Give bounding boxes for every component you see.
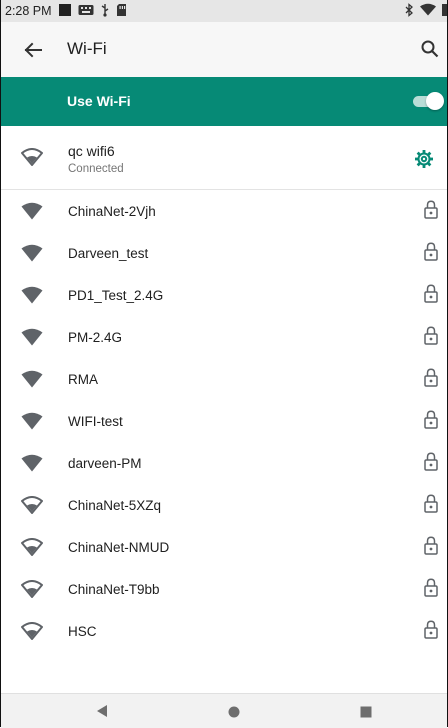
- lock-icon: [424, 494, 438, 513]
- wifi-signal-full-icon: [21, 244, 43, 267]
- network-name: WIFI-test: [68, 414, 123, 429]
- battery-icon: [442, 3, 447, 19]
- connected-network-name: qc wifi6: [68, 143, 115, 159]
- usb-icon: [100, 3, 110, 20]
- wifi-signal-outline-icon: [21, 538, 43, 561]
- wifi-signal-full-icon: [21, 454, 43, 477]
- wifi-signal-outline-icon: [21, 496, 43, 519]
- lock-icon: [424, 410, 438, 429]
- nav-back-icon[interactable]: [95, 704, 109, 723]
- status-bar: 2:28 PM: [1, 0, 447, 22]
- network-name: PD1_Test_2.4G: [68, 288, 164, 303]
- lock-icon: [424, 242, 438, 261]
- app-bar: Wi-Fi: [1, 22, 447, 77]
- network-item[interactable]: PM-2.4G: [1, 316, 447, 358]
- wifi-signal-outline-icon: [21, 622, 43, 645]
- network-item[interactable]: darveen-PM: [1, 442, 447, 484]
- toggle-thumb: [426, 92, 444, 110]
- wifi-signal-full-icon: [21, 412, 43, 435]
- connected-network-item[interactable]: qc wifi6 Connected: [1, 126, 447, 190]
- wifi-signal-full-icon: [21, 370, 43, 393]
- network-item[interactable]: ChinaNet-2Vjh: [1, 190, 447, 232]
- sd-card-icon: [116, 3, 127, 20]
- network-item[interactable]: RMA: [1, 358, 447, 400]
- wifi-signal-full-icon: [21, 328, 43, 351]
- network-item[interactable]: ChinaNet-5XZq: [1, 484, 447, 526]
- use-wifi-label: Use Wi-Fi: [67, 93, 131, 109]
- lock-icon: [424, 326, 438, 345]
- network-item[interactable]: Darveen_test: [1, 232, 447, 274]
- search-icon[interactable]: [419, 38, 441, 60]
- wifi-toggle-switch[interactable]: [413, 92, 444, 110]
- bluetooth-icon: [404, 2, 414, 20]
- network-name: HSC: [68, 624, 97, 639]
- wifi-signal-icon: [420, 3, 436, 19]
- wifi-signal-outline-icon: [21, 580, 43, 603]
- keyboard-icon: [78, 4, 94, 19]
- lock-icon: [424, 578, 438, 597]
- nav-recents-icon[interactable]: [360, 705, 372, 723]
- connected-network-status: Connected: [68, 163, 124, 175]
- navigation-bar: [1, 693, 447, 728]
- arrow-left-icon[interactable]: [22, 39, 44, 61]
- status-time: 2:28 PM: [5, 4, 52, 18]
- wifi-signal-full-icon: [21, 202, 43, 225]
- network-item[interactable]: PD1_Test_2.4G: [1, 274, 447, 316]
- gear-icon[interactable]: [414, 149, 434, 169]
- available-networks-list: ChinaNet-2Vjh Darveen_test PD1_Test_2.4G…: [1, 190, 447, 652]
- network-item[interactable]: WIFI-test: [1, 400, 447, 442]
- nav-home-icon[interactable]: [228, 705, 240, 723]
- network-name: PM-2.4G: [68, 330, 123, 345]
- use-wifi-bar[interactable]: Use Wi-Fi: [1, 77, 447, 126]
- wifi-signal-outline-icon: [21, 148, 43, 171]
- notification-square-icon: [58, 3, 72, 20]
- page-title: Wi-Fi: [67, 39, 107, 58]
- network-name: RMA: [68, 372, 98, 387]
- network-item[interactable]: ChinaNet-T9bb: [1, 568, 447, 610]
- lock-icon: [424, 284, 438, 303]
- network-name: ChinaNet-5XZq: [68, 498, 162, 513]
- lock-icon: [424, 200, 438, 219]
- network-name: ChinaNet-NMUD: [68, 540, 170, 555]
- network-item[interactable]: HSC: [1, 610, 447, 652]
- lock-icon: [424, 620, 438, 639]
- network-name: darveen-PM: [68, 456, 142, 471]
- wifi-signal-full-icon: [21, 286, 43, 309]
- network-item[interactable]: ChinaNet-NMUD: [1, 526, 447, 568]
- lock-icon: [424, 368, 438, 387]
- network-name: ChinaNet-2Vjh: [68, 204, 156, 219]
- network-name: Darveen_test: [68, 246, 149, 261]
- lock-icon: [424, 452, 438, 471]
- network-name: ChinaNet-T9bb: [68, 582, 160, 597]
- lock-icon: [424, 536, 438, 555]
